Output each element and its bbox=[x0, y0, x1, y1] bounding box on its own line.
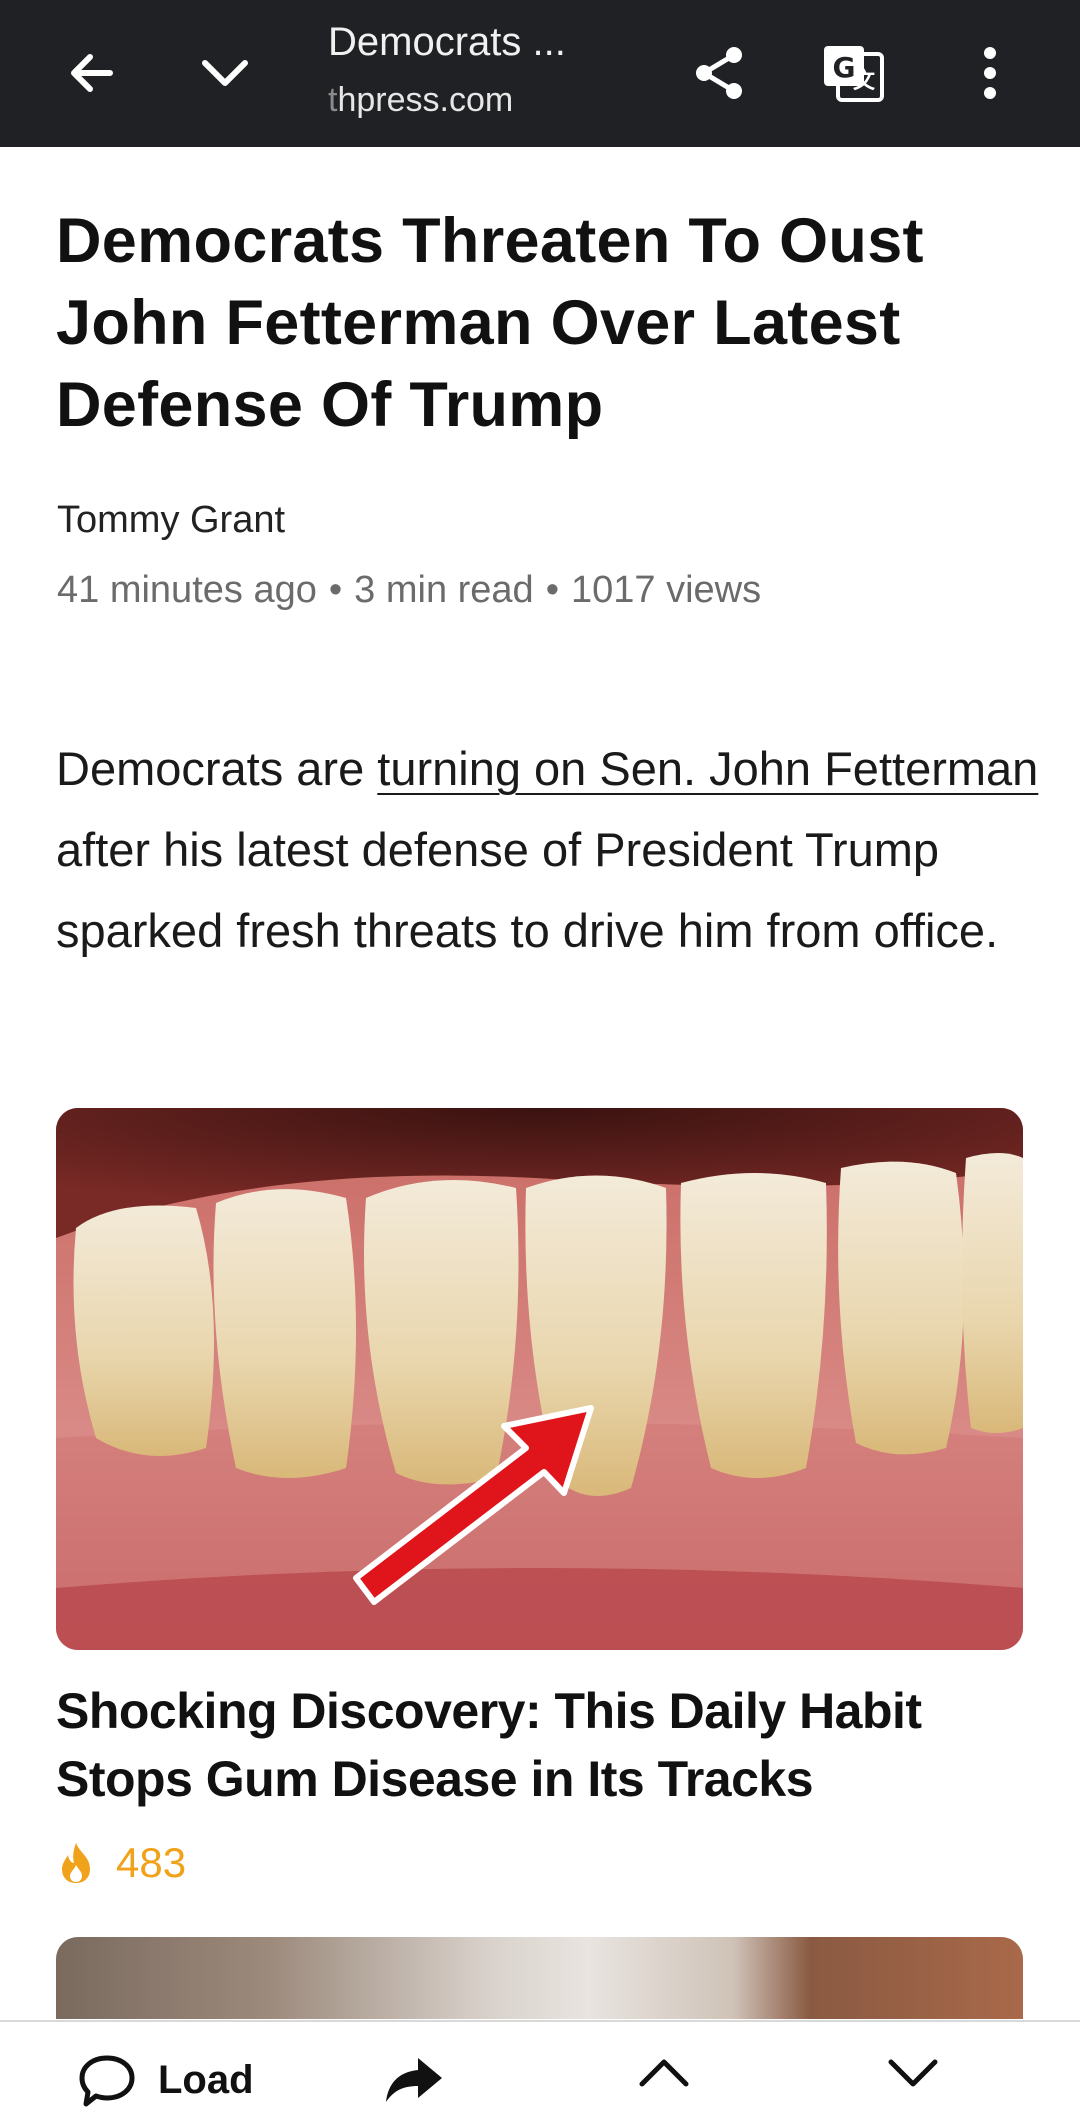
comment-icon bbox=[79, 2055, 135, 2107]
article-headline: Democrats Threaten To Oust John Fetterma… bbox=[56, 206, 924, 440]
article-meta: 41 minutes ago • 3 min read • 1017 views bbox=[57, 566, 761, 614]
ad-title[interactable]: Shocking Discovery: This Daily Habit Sto… bbox=[56, 1677, 1036, 1813]
svg-text:文: 文 bbox=[853, 68, 876, 94]
more-vert-icon[interactable] bbox=[945, 28, 1035, 118]
article-author[interactable]: Tommy Grant bbox=[57, 497, 285, 543]
share-icon[interactable] bbox=[675, 28, 765, 118]
load-label: Load bbox=[158, 2058, 254, 2102]
chevron-up-icon[interactable] bbox=[636, 2052, 692, 2124]
chevron-down-icon[interactable] bbox=[885, 2052, 941, 2124]
reaction-count: 483 bbox=[116, 1839, 187, 1886]
load-comments-button[interactable]: Load bbox=[78, 2052, 254, 2124]
read-time: 3 min read bbox=[354, 569, 534, 611]
article-lead-paragraph: Democrats are turning on Sen. John Fette… bbox=[56, 728, 1046, 971]
view-count: 1017 views bbox=[571, 569, 762, 611]
time-ago: 41 minutes ago bbox=[57, 569, 317, 611]
fire-icon bbox=[58, 1841, 94, 1885]
next-card-image[interactable] bbox=[56, 1937, 1023, 2019]
forward-share-icon[interactable] bbox=[384, 2052, 444, 2124]
back-arrow-icon[interactable] bbox=[47, 28, 137, 118]
meta-separator: • bbox=[545, 569, 560, 611]
page-url[interactable]: thpress.com bbox=[328, 78, 628, 122]
url-text: hpress.com bbox=[337, 81, 514, 119]
chevron-down-icon[interactable] bbox=[180, 28, 270, 118]
translate-icon[interactable]: G 文 bbox=[808, 28, 898, 118]
ad-reactions: 483 bbox=[58, 1838, 186, 1888]
page-title[interactable]: Democrats ... bbox=[328, 18, 628, 66]
browser-top-bar: Democrats ... thpress.com G 文 bbox=[0, 0, 1080, 147]
meta-separator: • bbox=[328, 569, 343, 611]
ad-image[interactable] bbox=[56, 1108, 1023, 1650]
lead-text-end: after his latest defense of President Tr… bbox=[56, 823, 999, 957]
bottom-action-bar: Load bbox=[0, 2020, 1080, 2124]
lead-link[interactable]: turning on Sen. John Fetterman bbox=[377, 742, 1038, 795]
lead-text-start: Democrats are bbox=[56, 742, 378, 795]
